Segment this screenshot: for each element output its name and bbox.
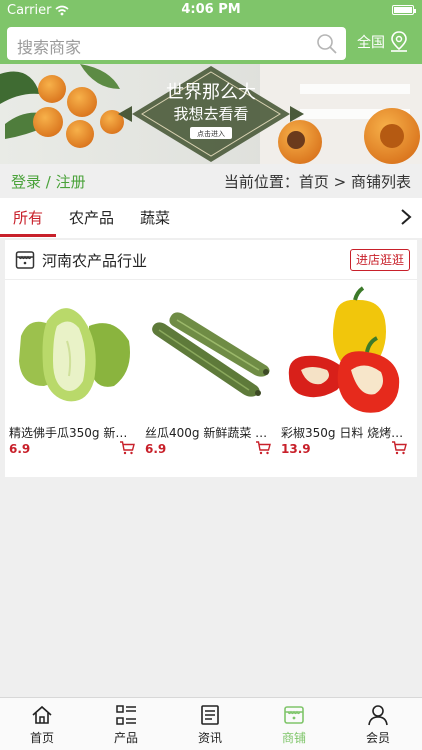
nav-shops[interactable]: 商铺 xyxy=(252,704,336,746)
cart-icon[interactable] xyxy=(391,441,407,455)
loofah-image xyxy=(145,286,273,418)
store-card: 河南农产品行业 进店逛逛 精选佛手瓜350g 新鲜蔬菜 6.9 xyxy=(5,240,417,477)
cart-icon[interactable] xyxy=(119,441,135,455)
app-header: Carrier 4:06 PM 搜索商家 全国 xyxy=(0,0,422,64)
location-bar: 登录 / 注册 当前位置：首页 > 商铺列表 xyxy=(0,164,422,196)
search-placeholder: 搜索商家 xyxy=(17,38,82,57)
region-selector[interactable]: 全国 xyxy=(357,31,409,53)
nav-products-label: 产品 xyxy=(113,731,138,745)
tab-agricultural[interactable]: 农产品 xyxy=(69,207,114,228)
bell-pepper-image xyxy=(281,286,409,418)
location-pin-icon xyxy=(391,31,407,52)
list-icon xyxy=(116,705,136,725)
nav-home[interactable]: 首页 xyxy=(0,704,84,746)
nav-member-label: 会员 xyxy=(365,731,390,745)
tab-vegetables[interactable]: 蔬菜 xyxy=(140,207,170,228)
nav-news[interactable]: 资讯 xyxy=(168,704,252,746)
chevron-right-icon[interactable] xyxy=(400,208,412,226)
product-card[interactable]: 彩椒350g 日料 烧烤食材 13.9 xyxy=(279,286,411,466)
user-icon xyxy=(368,705,388,726)
store-name[interactable]: 河南农产品行业 xyxy=(42,250,147,271)
news-icon xyxy=(201,705,219,725)
banner-artwork: 世界那么大 我想去看看 点击进入 xyxy=(0,64,422,164)
active-tab-indicator xyxy=(0,234,56,237)
product-name: 丝瓜400g 新鲜蔬菜 烧烤 xyxy=(145,426,270,440)
nav-member[interactable]: 会员 xyxy=(336,704,420,746)
search-icon[interactable] xyxy=(316,33,338,55)
product-price: 6.9 xyxy=(145,442,167,456)
breadcrumb: 当前位置：首页 > 商铺列表 xyxy=(223,173,411,191)
battery-icon xyxy=(392,5,416,15)
product-price: 13.9 xyxy=(281,442,311,456)
banner-cta[interactable]: 点击进入 xyxy=(197,129,225,138)
store-icon xyxy=(15,251,35,269)
product-name: 精选佛手瓜350g 新鲜蔬菜 xyxy=(9,426,134,440)
chayote-image xyxy=(9,286,137,418)
product-price: 6.9 xyxy=(9,442,31,456)
product-card[interactable]: 丝瓜400g 新鲜蔬菜 烧烤 6.9 xyxy=(143,286,275,466)
tab-all[interactable]: 所有 xyxy=(13,207,43,228)
status-bar: Carrier 4:06 PM xyxy=(0,0,422,20)
nav-news-label: 资讯 xyxy=(197,731,222,745)
status-time: 4:06 PM xyxy=(181,2,241,17)
nav-products[interactable]: 产品 xyxy=(84,704,168,746)
login-register-link[interactable]: 登录 / 注册 xyxy=(11,171,86,192)
visit-store-button[interactable]: 进店逛逛 xyxy=(350,249,410,271)
store-header: 河南农产品行业 进店逛逛 xyxy=(5,240,417,280)
banner-headline: 世界那么大 xyxy=(166,82,256,103)
nav-home-label: 首页 xyxy=(29,731,54,745)
product-name: 彩椒350g 日料 烧烤食材 xyxy=(281,426,406,440)
category-tabs: 所有 农产品 蔬菜 xyxy=(0,198,422,238)
bottom-nav: 首页 产品 资讯 商铺 会员 xyxy=(0,697,422,750)
banner-subline: 我想去看看 xyxy=(173,105,248,123)
shop-icon xyxy=(284,706,304,724)
product-card[interactable]: 精选佛手瓜350g 新鲜蔬菜 6.9 xyxy=(7,286,139,466)
home-icon xyxy=(32,705,52,724)
cart-icon[interactable] xyxy=(255,441,271,455)
search-input[interactable]: 搜索商家 xyxy=(7,27,346,60)
promo-banner[interactable]: 世界那么大 我想去看看 点击进入 xyxy=(0,64,422,164)
nav-shops-label: 商铺 xyxy=(281,731,306,745)
region-label: 全国 xyxy=(357,35,385,51)
